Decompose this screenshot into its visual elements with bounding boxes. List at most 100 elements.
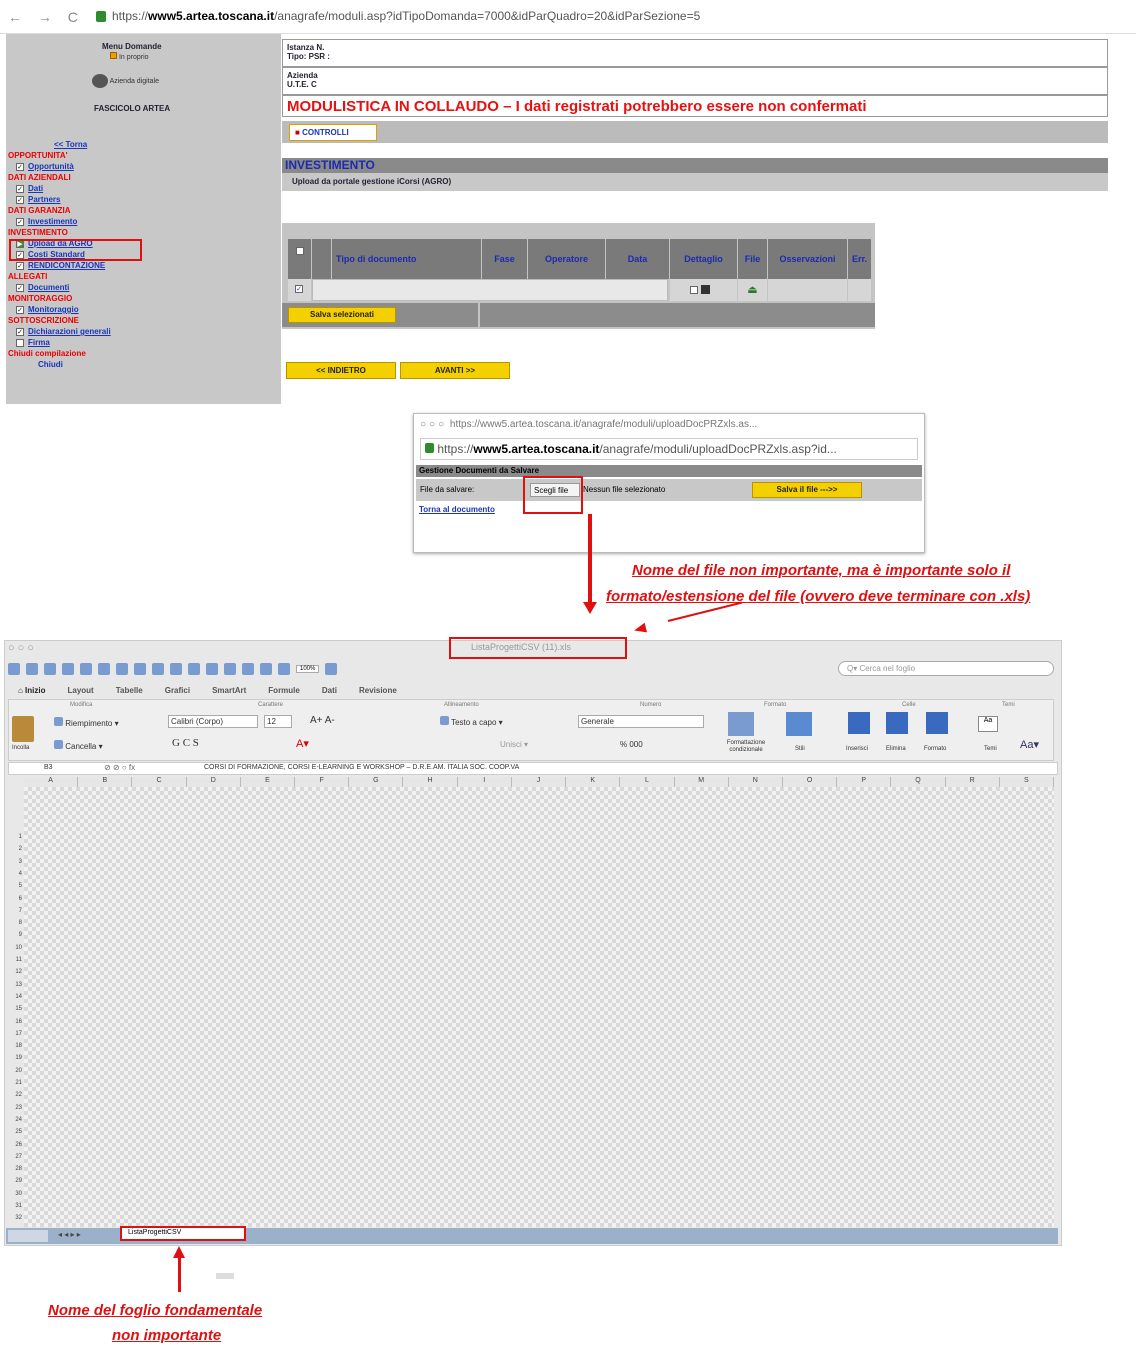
row-header[interactable]: 22 xyxy=(6,1092,24,1098)
conditional-format-icon[interactable] xyxy=(728,712,754,736)
ribbon-tab[interactable]: Dati xyxy=(322,686,337,695)
menu-checkbox[interactable]: ✓ xyxy=(16,217,24,226)
menu-item[interactable]: Chiudi xyxy=(8,359,278,370)
controlli-button[interactable]: ■ CONTROLLI xyxy=(289,124,377,141)
row-header[interactable]: 27 xyxy=(6,1154,24,1160)
row-header[interactable]: 12 xyxy=(6,969,24,975)
styles-icon[interactable] xyxy=(786,712,812,736)
row-header[interactable]: 4 xyxy=(6,871,24,877)
column-header[interactable]: B xyxy=(78,777,133,787)
column-header[interactable]: A xyxy=(24,777,79,787)
column-header[interactable]: M xyxy=(674,777,729,787)
sheet-nav-arrows[interactable]: ◂ ◂ ▸ ▸ xyxy=(58,1230,81,1239)
toolbox-icon[interactable] xyxy=(278,663,290,675)
row-header[interactable]: 15 xyxy=(6,1006,24,1012)
window-controls-icon[interactable]: ○○○ xyxy=(420,419,447,430)
ribbon-tab[interactable]: Revisione xyxy=(359,686,397,695)
row-header[interactable]: 23 xyxy=(6,1105,24,1111)
template-icon[interactable] xyxy=(26,663,38,675)
row-header[interactable]: 20 xyxy=(6,1068,24,1074)
column-header[interactable]: O xyxy=(782,777,838,787)
ribbon-tab[interactable]: Tabelle xyxy=(116,686,143,695)
zoom-field[interactable]: 100% xyxy=(296,665,320,673)
row-header[interactable]: 19 xyxy=(6,1055,24,1061)
font-size-select[interactable]: 12 xyxy=(264,715,292,728)
row-header[interactable]: 24 xyxy=(6,1117,24,1123)
format-painter-icon[interactable] xyxy=(152,663,164,675)
row-header[interactable]: 30 xyxy=(6,1191,24,1197)
menu-checkbox[interactable]: ✓ xyxy=(16,327,24,336)
menu-checkbox[interactable] xyxy=(16,338,24,347)
filter-icon[interactable] xyxy=(242,663,254,675)
menu-item[interactable]: ✓ Dati xyxy=(8,183,278,194)
merge-button[interactable]: Unisci ▾ xyxy=(500,740,528,749)
save-icon[interactable] xyxy=(701,285,710,294)
themes-icon[interactable]: Aa xyxy=(978,716,998,732)
column-header[interactable]: I xyxy=(457,777,512,787)
menu-item[interactable]: ✓ Investimento xyxy=(8,216,278,227)
font-color-icon[interactable]: A▾ xyxy=(296,737,309,750)
sheet-tab[interactable]: ListaProgettiCSV xyxy=(120,1226,246,1241)
row-header[interactable]: 13 xyxy=(6,982,24,988)
row-header[interactable]: 6 xyxy=(6,896,24,902)
new-icon[interactable] xyxy=(8,663,20,675)
menu-checkbox[interactable]: ✓ xyxy=(16,184,24,193)
open-icon[interactable] xyxy=(44,663,56,675)
row-header[interactable]: 29 xyxy=(6,1178,24,1184)
menu-item[interactable]: ✓ RENDICONTAZIONE xyxy=(8,260,278,271)
column-header[interactable]: R xyxy=(945,777,1000,787)
ribbon-tab[interactable]: Layout xyxy=(68,686,94,695)
menu-checkbox[interactable]: ✓ xyxy=(16,283,24,292)
autosum-icon[interactable] xyxy=(206,663,218,675)
save-icon[interactable] xyxy=(62,663,74,675)
menu-item[interactable]: ✓ Opportunità xyxy=(8,161,278,172)
column-header[interactable]: H xyxy=(403,777,458,787)
clear-button[interactable]: Cancella ▾ xyxy=(54,740,103,751)
menu-item[interactable]: Firma xyxy=(8,337,278,348)
row-header[interactable]: 10 xyxy=(6,945,24,951)
menu-item[interactable]: ✓ Partners xyxy=(8,194,278,205)
cell-reference[interactable]: B3 xyxy=(44,764,53,771)
row-header[interactable]: 8 xyxy=(6,920,24,926)
browser-nav-icons[interactable]: ← → C xyxy=(8,9,84,25)
formula-input[interactable]: CORSI DI FORMAZIONE, CORSI E-LEARNING E … xyxy=(204,764,519,771)
view-mode-icons[interactable] xyxy=(8,1230,48,1242)
row-header[interactable]: 17 xyxy=(6,1031,24,1037)
wrap-text-button[interactable]: Testo a capo ▾ xyxy=(440,716,503,727)
row-header[interactable]: 26 xyxy=(6,1142,24,1148)
font-select[interactable]: Calibri (Corpo) xyxy=(168,715,258,728)
excel-window-controls[interactable]: ○○○ xyxy=(8,642,37,654)
column-header[interactable]: F xyxy=(295,777,350,787)
column-header[interactable]: L xyxy=(620,777,675,787)
menu-item[interactable]: ✓ Documenti xyxy=(8,282,278,293)
row-header[interactable]: 14 xyxy=(6,994,24,1000)
detail-checkbox[interactable] xyxy=(690,286,698,294)
row-header[interactable]: 21 xyxy=(6,1080,24,1086)
azienda-digitale-link[interactable]: Azienda digitale xyxy=(92,74,159,88)
format-cells-icon[interactable] xyxy=(926,712,948,734)
search-sheet-input[interactable]: Q▾ Cerca nel foglio xyxy=(838,661,1054,676)
help-icon[interactable] xyxy=(325,663,338,675)
back-button[interactable]: << INDIETRO xyxy=(286,362,396,379)
back-link[interactable]: << Torna xyxy=(54,140,87,149)
fonts-theme-icon[interactable]: Aa▾ xyxy=(1020,738,1039,751)
number-format-select[interactable]: Generale xyxy=(578,715,704,728)
row-header[interactable]: 5 xyxy=(6,883,24,889)
ribbon-tab[interactable]: ⌂ Inizio xyxy=(18,686,46,695)
bold-italic-underline[interactable]: G C S xyxy=(172,737,199,749)
sort-icon[interactable] xyxy=(224,663,236,675)
column-header[interactable]: Q xyxy=(891,777,946,787)
column-header[interactable]: P xyxy=(837,777,892,787)
column-header[interactable]: D xyxy=(186,777,241,787)
ribbon-tab[interactable]: Grafici xyxy=(165,686,190,695)
row-header[interactable]: 7 xyxy=(6,908,24,914)
row-header[interactable]: 2 xyxy=(6,846,24,852)
menu-item[interactable]: ✓ Dichiarazioni generali xyxy=(8,326,278,337)
column-header[interactable]: J xyxy=(511,777,567,787)
popup-url-field[interactable]: https://www5.artea.toscana.it/anagrafe/m… xyxy=(420,438,918,460)
cut-icon[interactable] xyxy=(98,663,110,675)
row-checkbox[interactable]: ✓ xyxy=(295,285,303,293)
row-header[interactable]: 11 xyxy=(6,957,24,963)
row-header[interactable]: 16 xyxy=(6,1019,24,1025)
percent-icon[interactable]: % 000 xyxy=(620,740,643,749)
